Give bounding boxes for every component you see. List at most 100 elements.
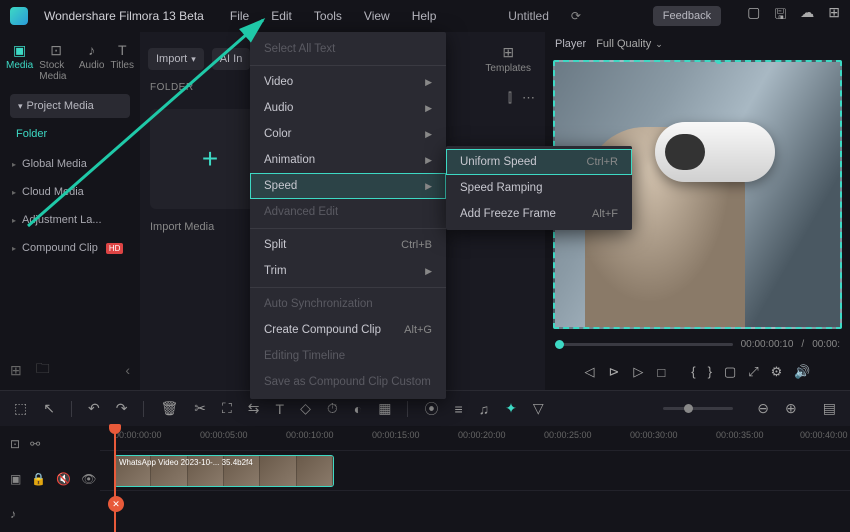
speed-tool-icon[interactable]: ⏱ bbox=[327, 400, 338, 417]
preview-scrubber[interactable] bbox=[555, 343, 733, 346]
step-back-icon[interactable]: ⊳ bbox=[609, 364, 620, 380]
sidebar-item-cloud-media[interactable]: ▸Cloud Media bbox=[0, 178, 140, 206]
menu-item-video[interactable]: Video▶ bbox=[250, 69, 446, 95]
tab-stock-media[interactable]: ⊡Stock Media bbox=[37, 38, 75, 86]
track-visible-icon[interactable]: 👁 bbox=[81, 472, 96, 486]
zoom-in-icon[interactable]: ⊕ bbox=[785, 400, 797, 417]
cloud-icon[interactable]: ☁ bbox=[800, 4, 814, 28]
hd-badge: HD bbox=[106, 243, 124, 254]
video-clip[interactable]: WhatsApp Video 2023-10-... 35.4b2f4 bbox=[114, 455, 334, 487]
new-folder-icon[interactable]: ⊞ bbox=[10, 362, 22, 379]
menu-item-trim[interactable]: Trim▶ bbox=[250, 258, 446, 284]
menu-item-animation[interactable]: Animation▶ bbox=[250, 147, 446, 173]
undo-icon[interactable]: ↶ bbox=[88, 400, 100, 417]
stop-icon[interactable]: □ bbox=[657, 365, 665, 380]
mixer-icon[interactable]: ≡ bbox=[454, 401, 462, 417]
menu-item-create-compound-clip[interactable]: Create Compound ClipAlt+G bbox=[250, 317, 446, 343]
snapshot-icon[interactable]: ▢ bbox=[724, 364, 736, 380]
filter-icon[interactable]: ⫿ bbox=[508, 90, 512, 106]
record-icon[interactable]: ⦿ bbox=[424, 399, 438, 419]
audio-track[interactable] bbox=[100, 490, 850, 530]
feedback-button[interactable]: Feedback bbox=[653, 6, 721, 26]
color-tool-icon[interactable]: ◐ bbox=[354, 401, 362, 417]
menu-item-advanced-edit: Advanced Edit bbox=[250, 199, 446, 225]
menu-help[interactable]: Help bbox=[412, 9, 437, 23]
sidebar-item-compound-clip[interactable]: ▸Compound ClipHD bbox=[0, 234, 140, 262]
settings-icon[interactable]: ⚙ bbox=[771, 364, 783, 380]
panel-layout-icon[interactable]: ▤ bbox=[823, 400, 836, 417]
quality-dropdown[interactable]: Full Quality⌄ bbox=[596, 38, 663, 50]
menu-edit[interactable]: Edit bbox=[271, 9, 292, 23]
link-icon[interactable]: ⚯ bbox=[30, 437, 40, 451]
mark-out-icon[interactable]: } bbox=[708, 364, 712, 380]
menu-item-split[interactable]: SplitCtrl+B bbox=[250, 232, 446, 258]
time-current: 00:00:00:10 bbox=[741, 339, 794, 350]
menu-item-auto-synchronization: Auto Synchronization bbox=[250, 291, 446, 317]
document-title[interactable]: Untitled bbox=[508, 9, 549, 23]
folder-label[interactable]: Folder bbox=[0, 122, 140, 150]
submenu-item-add-freeze-frame[interactable]: Add Freeze FrameAlt+F bbox=[446, 201, 632, 227]
zoom-out-icon[interactable]: ⊖ bbox=[757, 400, 769, 417]
more-icon[interactable]: ⋯ bbox=[522, 90, 535, 106]
track-mute-icon[interactable]: 🔇 bbox=[56, 472, 71, 486]
project-media-dropdown[interactable]: ▾Project Media bbox=[10, 94, 130, 118]
menu-tools[interactable]: Tools bbox=[314, 9, 342, 23]
playhead-delete-icon[interactable]: ✕ bbox=[108, 496, 124, 512]
sidebar-item-adjustment-layer[interactable]: ▸Adjustment La... bbox=[0, 206, 140, 234]
titles-icon: T bbox=[112, 42, 132, 58]
folder-tree-icon[interactable]: 🗀 bbox=[36, 358, 50, 382]
menu-item-audio[interactable]: Audio▶ bbox=[250, 95, 446, 121]
grid-tool-icon[interactable]: ▦ bbox=[378, 400, 391, 417]
tab-audio[interactable]: ♪Audio bbox=[77, 38, 107, 86]
submenu-item-uniform-speed[interactable]: Uniform SpeedCtrl+R bbox=[446, 149, 632, 175]
menu-view[interactable]: View bbox=[364, 9, 390, 23]
timeline-ruler[interactable]: 00:00:00:00 00:00:05:00 00:00:10:00 00:0… bbox=[100, 426, 850, 450]
text-icon[interactable]: T bbox=[276, 401, 285, 417]
pointer-tool-icon[interactable]: ⬚ bbox=[14, 400, 27, 417]
menu-file[interactable]: File bbox=[230, 9, 249, 23]
stock-icon: ⊡ bbox=[46, 42, 66, 58]
beat-icon[interactable]: ♫ bbox=[479, 401, 490, 417]
tab-templates[interactable]: ⊞Templates bbox=[485, 44, 531, 74]
keyframe-icon[interactable]: ◇ bbox=[300, 400, 311, 417]
split-icon[interactable]: ✂ bbox=[194, 400, 206, 417]
zoom-slider[interactable] bbox=[663, 407, 733, 410]
tab-titles[interactable]: TTitles bbox=[108, 38, 136, 86]
menubar: File Edit Tools View Help bbox=[230, 9, 437, 23]
timeline-playhead[interactable] bbox=[114, 426, 116, 532]
save-icon[interactable]: 🖫 bbox=[774, 4, 786, 28]
tab-media[interactable]: ▣Media bbox=[4, 38, 35, 86]
collapse-panel-icon[interactable]: ‹ bbox=[125, 362, 130, 378]
expand-icon[interactable]: ⤢ bbox=[748, 364, 758, 380]
menu-item-color[interactable]: Color▶ bbox=[250, 121, 446, 147]
timeline-menu-icon[interactable]: ⊡ bbox=[10, 437, 20, 451]
menu-item-speed[interactable]: Speed▶ bbox=[250, 173, 446, 199]
adjust-icon[interactable]: ⇆ bbox=[248, 400, 260, 417]
enhance-icon[interactable]: ✦ bbox=[505, 400, 517, 417]
track-audio-icon[interactable]: ♪ bbox=[10, 507, 16, 521]
select-tool-icon[interactable]: ↖ bbox=[43, 400, 55, 417]
volume-icon[interactable]: 🔊 bbox=[794, 364, 810, 380]
submenu-item-speed-ramping[interactable]: Speed Ramping bbox=[446, 175, 632, 201]
play-icon[interactable]: ▷ bbox=[633, 364, 643, 380]
redo-icon[interactable]: ↷ bbox=[116, 400, 128, 417]
mark-in-icon[interactable]: { bbox=[691, 364, 695, 380]
player-label: Player bbox=[555, 38, 586, 50]
ai-button[interactable]: AI In bbox=[212, 48, 251, 70]
plus-icon: + bbox=[202, 143, 218, 175]
grid-icon[interactable]: ⊞ bbox=[828, 4, 840, 28]
track-video-controls: ▣ 🔒 🔇 👁 bbox=[0, 461, 100, 496]
video-track[interactable]: WhatsApp Video 2023-10-... 35.4b2f4 bbox=[100, 450, 850, 490]
monitor-icon[interactable]: ▢ bbox=[747, 4, 760, 28]
track-lock-icon[interactable]: 🔒 bbox=[31, 472, 46, 486]
crop-icon[interactable]: ⛶ bbox=[222, 400, 232, 417]
delete-icon[interactable]: 🗑 bbox=[160, 400, 178, 417]
menu-item-select-all-text: Select All Text bbox=[250, 36, 446, 62]
prev-frame-icon[interactable]: ◁ bbox=[585, 364, 595, 380]
sidebar-item-global-media[interactable]: ▸Global Media bbox=[0, 150, 140, 178]
import-button[interactable]: Import▾ bbox=[148, 48, 204, 70]
track-audio-controls: ♪ bbox=[0, 497, 100, 532]
clip-label: WhatsApp Video 2023-10-... 35.4b2f4 bbox=[119, 458, 253, 467]
mark-icon[interactable]: ▽ bbox=[533, 400, 544, 417]
track-video-icon[interactable]: ▣ bbox=[10, 472, 21, 486]
